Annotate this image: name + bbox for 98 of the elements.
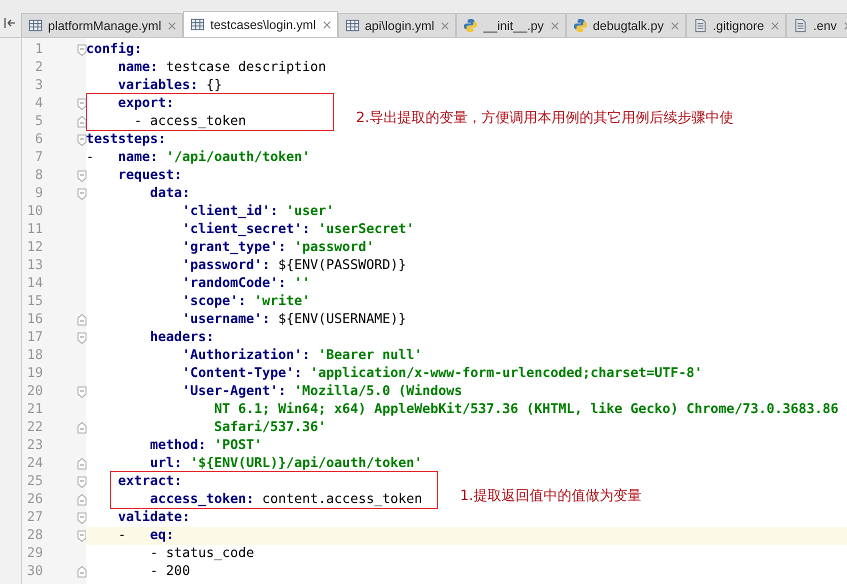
code-line: access_token: content.access_token (149, 491, 422, 509)
text-file-icon (692, 18, 708, 33)
code-line: NT 6.1; Win64; x64) AppleWebKit/537.36 (KHTML, like Gecko) Chrome/73.0.3683.86 (213, 401, 839, 419)
fold-icon[interactable] (77, 98, 87, 110)
line-number: 22 (26, 419, 43, 437)
close-icon[interactable] (441, 22, 450, 30)
file-tab[interactable]: platformManage.yml (21, 13, 184, 37)
line-number: 26 (26, 491, 43, 509)
code-line: 'scope': 'write' (181, 293, 310, 311)
fold-end-icon[interactable] (77, 116, 87, 128)
close-icon[interactable] (550, 22, 559, 30)
code-line: Safari/537.36' (213, 419, 326, 437)
table-file-icon (344, 18, 360, 33)
line-number: 17 (26, 329, 43, 347)
file-tab[interactable]: __init__.py (456, 13, 566, 37)
code-line: headers: (149, 329, 214, 347)
code-line: config: (86, 41, 142, 59)
fold-end-icon[interactable] (77, 422, 87, 434)
close-icon[interactable] (168, 22, 176, 30)
line-number: 23 (26, 437, 43, 455)
code-line: url: '${ENV(URL)}/api/oauth/token' (149, 455, 422, 473)
code-line: request: (117, 167, 182, 185)
line-number: 18 (26, 347, 43, 365)
code-line: 'Authorization': 'Bearer null' (181, 347, 422, 365)
line-number: 12 (26, 239, 43, 257)
line-number: 27 (26, 509, 43, 527)
line-number: 24 (26, 455, 43, 473)
line-number: 30 (26, 563, 43, 581)
line-number: 28 (26, 527, 43, 545)
code-line: 'username': ${ENV(USERNAME)} (181, 311, 406, 329)
code-line: - access_token (133, 113, 246, 131)
fold-icon[interactable] (77, 134, 87, 146)
fold-icon[interactable] (77, 170, 87, 182)
fold-icon[interactable] (77, 476, 87, 488)
fold-icon[interactable] (77, 386, 87, 398)
table-file-icon (190, 17, 206, 32)
line-number: 29 (26, 545, 43, 563)
file-tab[interactable]: debugtalk.py (566, 13, 686, 37)
line-number: 13 (26, 257, 43, 275)
line-number: 20 (26, 383, 43, 401)
fold-end-icon[interactable] (77, 458, 87, 470)
code-line: 'User-Agent': 'Mozilla/5.0 (Windows (181, 383, 462, 401)
close-icon[interactable] (670, 22, 679, 30)
annotation-note: 1.提取返回值中的值做为变量 (460, 487, 642, 505)
table-file-icon (28, 18, 43, 33)
code-line: - 200 (149, 563, 190, 581)
code-line: 'grant_type': 'password' (181, 239, 374, 257)
code-line: variables: {} (117, 77, 222, 95)
line-number: 16 (26, 311, 43, 329)
line-number: 11 (26, 221, 43, 239)
code-line: 'client_id': 'user' (181, 203, 334, 221)
code-line: 'client_secret': 'userSecret' (181, 221, 414, 239)
fold-end-icon[interactable] (77, 314, 87, 326)
code-line: teststeps: (86, 131, 166, 149)
line-number: 25 (26, 473, 43, 491)
code-line: - name: '/api/oauth/token' (86, 149, 310, 167)
annotation-note: 2.导出提取的变量，方便调用本用例的其它用例后续步骤中使 (356, 109, 734, 127)
code-line: validate: (117, 509, 190, 527)
code-line: name: testcase description (117, 59, 326, 77)
fold-end-icon[interactable] (77, 494, 87, 506)
line-number: 21 (26, 401, 43, 419)
code-line: 'Content-Type': 'application/x-www-form-urlencoded;charset=UTF-8' (181, 365, 702, 383)
code-line: export: (117, 95, 174, 113)
pin-tab-icon[interactable] (4, 17, 16, 29)
fold-icon[interactable] (77, 332, 87, 344)
file-tab[interactable]: api\login.yml (338, 13, 456, 37)
line-number: 9 (34, 185, 43, 203)
fold-icon[interactable] (77, 188, 87, 200)
close-icon[interactable] (771, 22, 780, 30)
line-number: 4 (34, 95, 43, 113)
line-number: 2 (34, 59, 43, 77)
text-file-icon (793, 18, 808, 33)
line-number: 6 (34, 131, 43, 149)
line-number: 8 (34, 167, 43, 185)
line-number: 1 (34, 41, 43, 59)
line-number: 14 (26, 275, 43, 293)
fold-end-icon[interactable] (77, 566, 87, 578)
line-number: 5 (34, 113, 43, 131)
line-number: 19 (26, 365, 43, 383)
close-icon[interactable] (322, 20, 331, 28)
file-tab[interactable]: .env (786, 13, 847, 37)
line-number: 7 (34, 149, 43, 167)
line-number: 3 (34, 77, 43, 95)
code-line: 'password': ${ENV(PASSWORD)} (181, 257, 406, 275)
file-tab[interactable]: .gitignore (686, 13, 786, 37)
line-number: 15 (26, 293, 43, 311)
fold-icon[interactable] (77, 530, 87, 542)
file-tab[interactable]: testcases\login.yml (183, 11, 338, 37)
fold-icon[interactable] (77, 44, 87, 56)
python-file-icon (572, 18, 588, 33)
code-line: 'randomCode': '' (181, 275, 310, 293)
fold-icon[interactable] (77, 512, 87, 524)
code-line: data: (149, 185, 190, 203)
code-line: extract: (117, 473, 182, 491)
code-line: method: 'POST' (149, 437, 262, 455)
python-file-icon (463, 18, 478, 33)
code-line: - status_code (149, 545, 254, 563)
line-number: 10 (26, 203, 43, 221)
